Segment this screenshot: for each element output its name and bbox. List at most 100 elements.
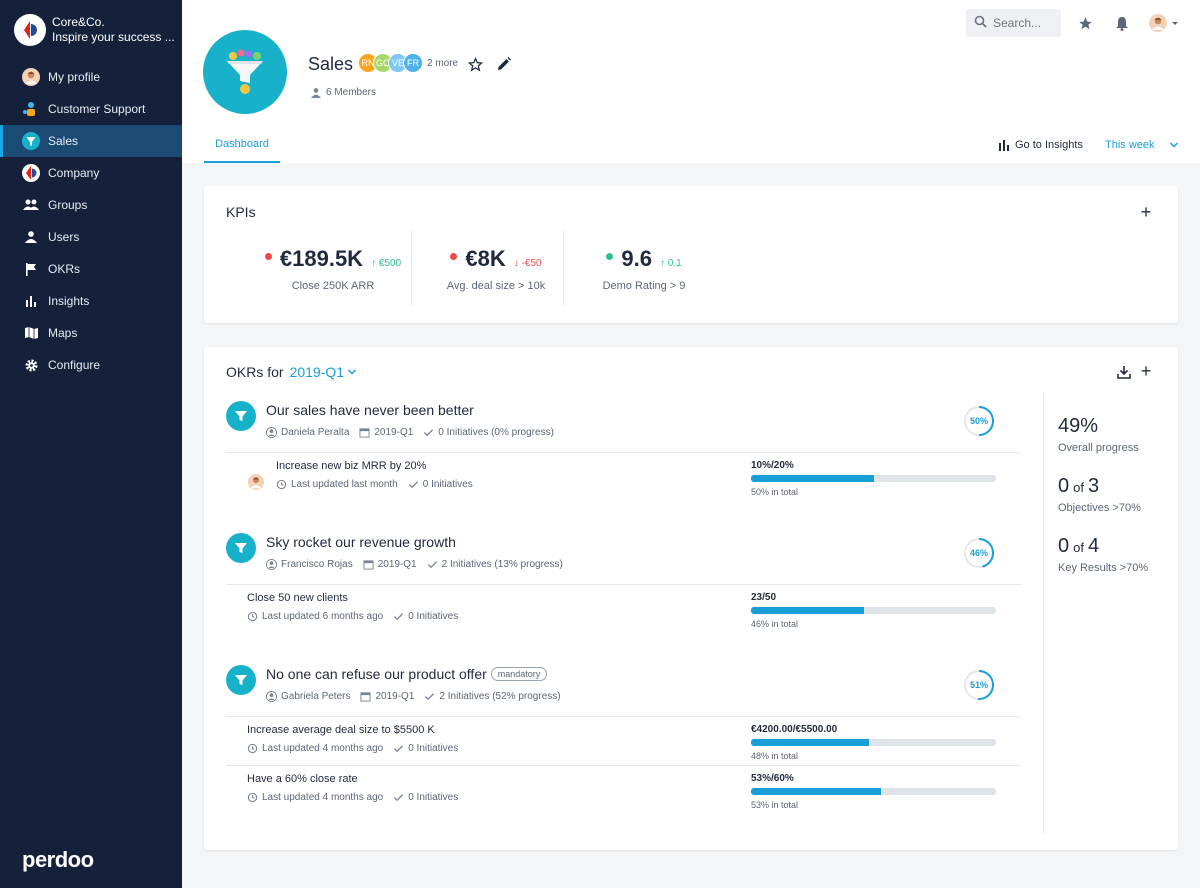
member-chip[interactable]: FR <box>403 53 423 73</box>
key-result-title[interactable]: Increase average deal size to $5500 K <box>247 724 435 736</box>
download-icon[interactable] <box>1116 364 1132 380</box>
sidebar-item-label: Configure <box>48 358 101 372</box>
key-result-total: 53% in total <box>751 800 799 810</box>
perdoo-logo[interactable]: perdoo <box>22 847 94 873</box>
objective-title[interactable]: No one can refuse our product offer mand… <box>266 666 548 682</box>
objective-meta: Francisco Rojas 2019-Q1 2 Initiatives (1… <box>266 559 573 570</box>
kpi-item[interactable]: 9.6 ↑ 0.1 Demo Rating > 9 <box>589 246 699 292</box>
history-icon <box>247 611 258 622</box>
member-chips[interactable]: RN GO VE FR <box>358 53 423 73</box>
bell-icon[interactable] <box>1112 13 1132 33</box>
sidebar-item-insights[interactable]: Insights <box>0 285 182 317</box>
key-result-value: 23/50 <box>751 592 777 603</box>
search-box[interactable] <box>966 9 1061 37</box>
sidebar-item-users[interactable]: Users <box>0 221 182 253</box>
key-result-title[interactable]: Have a 60% close rate <box>247 773 358 785</box>
star-icon[interactable] <box>1075 13 1095 33</box>
sidebar-item-label: My profile <box>48 70 101 84</box>
progress-bar[interactable] <box>751 788 996 795</box>
check-icon <box>394 613 404 621</box>
star-outline-icon[interactable] <box>465 54 485 74</box>
initiatives[interactable]: 2 Initiatives (13% progress) <box>427 559 563 570</box>
key-result-title[interactable]: Increase new biz MRR by 20% <box>276 460 426 472</box>
progress-bar[interactable] <box>751 607 996 614</box>
progress-percent: 46% <box>969 548 988 558</box>
period-dropdown[interactable]: This week <box>1105 139 1179 151</box>
chevron-down-icon <box>1171 22 1178 25</box>
sidebar-item-sales[interactable]: Sales <box>0 125 182 157</box>
owner[interactable]: Francisco Rojas <box>266 559 353 570</box>
add-okr-button[interactable]: + <box>1138 361 1154 381</box>
sidebar-item-customer-support[interactable]: Customer Support <box>0 93 182 125</box>
brand-tagline: Inspire your success ... <box>52 30 175 44</box>
sidebar-item-label: Sales <box>48 134 79 148</box>
status-dot <box>264 253 272 260</box>
kpi-card: KPIs + €189.5K ↑ €500 Close 250K ARR €8K… <box>204 186 1178 323</box>
kpi-value: €189.5K <box>279 246 364 271</box>
kpi-label: Close 250K ARR <box>291 280 375 292</box>
progress-ring: 50% <box>963 405 995 437</box>
user-menu[interactable] <box>1148 13 1180 33</box>
key-result-value: €4200.00/€5500.00 <box>751 724 838 735</box>
progress-bar[interactable] <box>751 739 996 746</box>
progress-bar[interactable] <box>751 475 996 482</box>
add-kpi-button[interactable]: + <box>1138 202 1154 222</box>
sidebar-item-company[interactable]: Company <box>0 157 182 189</box>
objective-title[interactable]: Sky rocket our revenue growth <box>266 534 456 550</box>
status-dot <box>606 253 614 260</box>
period: 2019-Q1 <box>363 559 417 570</box>
history-icon <box>247 743 258 754</box>
key-result-total: 48% in total <box>751 751 799 761</box>
kpi-item[interactable]: €8K ↓ -€50 Avg. deal size > 10k <box>436 246 556 292</box>
key-result-total: 50% in total <box>751 487 799 497</box>
objectives-stat: 0 of 3 Objectives >70% <box>1058 475 1141 514</box>
search-input[interactable] <box>993 16 1053 30</box>
key-result-meta: Last updated 4 months ago 0 Initiatives <box>247 743 468 754</box>
owner[interactable]: Gabriela Peters <box>266 691 350 702</box>
divider <box>226 765 1021 766</box>
sidebar-item-label: Customer Support <box>48 102 146 116</box>
owner[interactable]: Daniela Peralta <box>266 427 349 438</box>
key-result-meta: Last updated 6 months ago 0 Initiatives <box>247 611 468 622</box>
bar-chart-icon <box>22 292 40 310</box>
members-count[interactable]: 6 Members <box>311 87 376 98</box>
history-icon <box>247 792 258 803</box>
team-icon <box>22 100 40 118</box>
go-to-insights-button[interactable]: Go to Insights <box>998 139 1083 151</box>
progress-bar-fill <box>751 739 869 746</box>
key-result-title[interactable]: Close 50 new clients <box>247 592 348 604</box>
objective-title[interactable]: Our sales have never been better <box>266 402 474 418</box>
sidebar-item-groups[interactable]: Groups <box>0 189 182 221</box>
kpi-value: €8K <box>465 246 506 271</box>
more-members[interactable]: 2 more <box>427 58 458 69</box>
key-result-meta: Last updated last month 0 Initiatives <box>276 479 483 490</box>
sidebar-item-configure[interactable]: Configure <box>0 349 182 381</box>
sidebar-item-my-profile[interactable]: My profile <box>0 61 182 93</box>
brand-name: Core&Co. <box>52 15 105 29</box>
initiatives[interactable]: 0 Initiatives (0% progress) <box>423 427 554 438</box>
stat-value: 0 <box>1058 535 1070 557</box>
divider <box>563 230 564 306</box>
initiatives[interactable]: 2 Initiatives (52% progress) <box>424 691 561 702</box>
of-text: of <box>1073 480 1084 495</box>
period-dropdown[interactable]: 2019-Q1 <box>290 364 357 380</box>
check-icon <box>427 561 437 569</box>
edit-icon[interactable] <box>494 54 514 74</box>
kpi-value: 9.6 <box>621 246 652 271</box>
kpi-label: Avg. deal size > 10k <box>446 280 546 292</box>
stat-label: Objectives >70% <box>1058 502 1141 514</box>
key-result-total: 46% in total <box>751 619 799 629</box>
tab-dashboard[interactable]: Dashboard <box>204 131 280 163</box>
chevron-down-icon <box>348 369 357 375</box>
brand[interactable]: Core&Co. Inspire your success ... <box>14 14 175 46</box>
kpi-item[interactable]: €189.5K ↑ €500 Close 250K ARR <box>248 246 418 292</box>
sidebar-item-okrs[interactable]: OKRs <box>0 253 182 285</box>
divider <box>411 230 412 306</box>
sidebar-item-label: Users <box>48 230 80 244</box>
progress-ring: 51% <box>963 669 995 701</box>
company-logo-icon <box>14 14 46 46</box>
team-title: Sales <box>308 54 354 74</box>
progress-bar-fill <box>751 475 874 482</box>
sidebar-item-maps[interactable]: Maps <box>0 317 182 349</box>
search-icon <box>974 15 987 31</box>
